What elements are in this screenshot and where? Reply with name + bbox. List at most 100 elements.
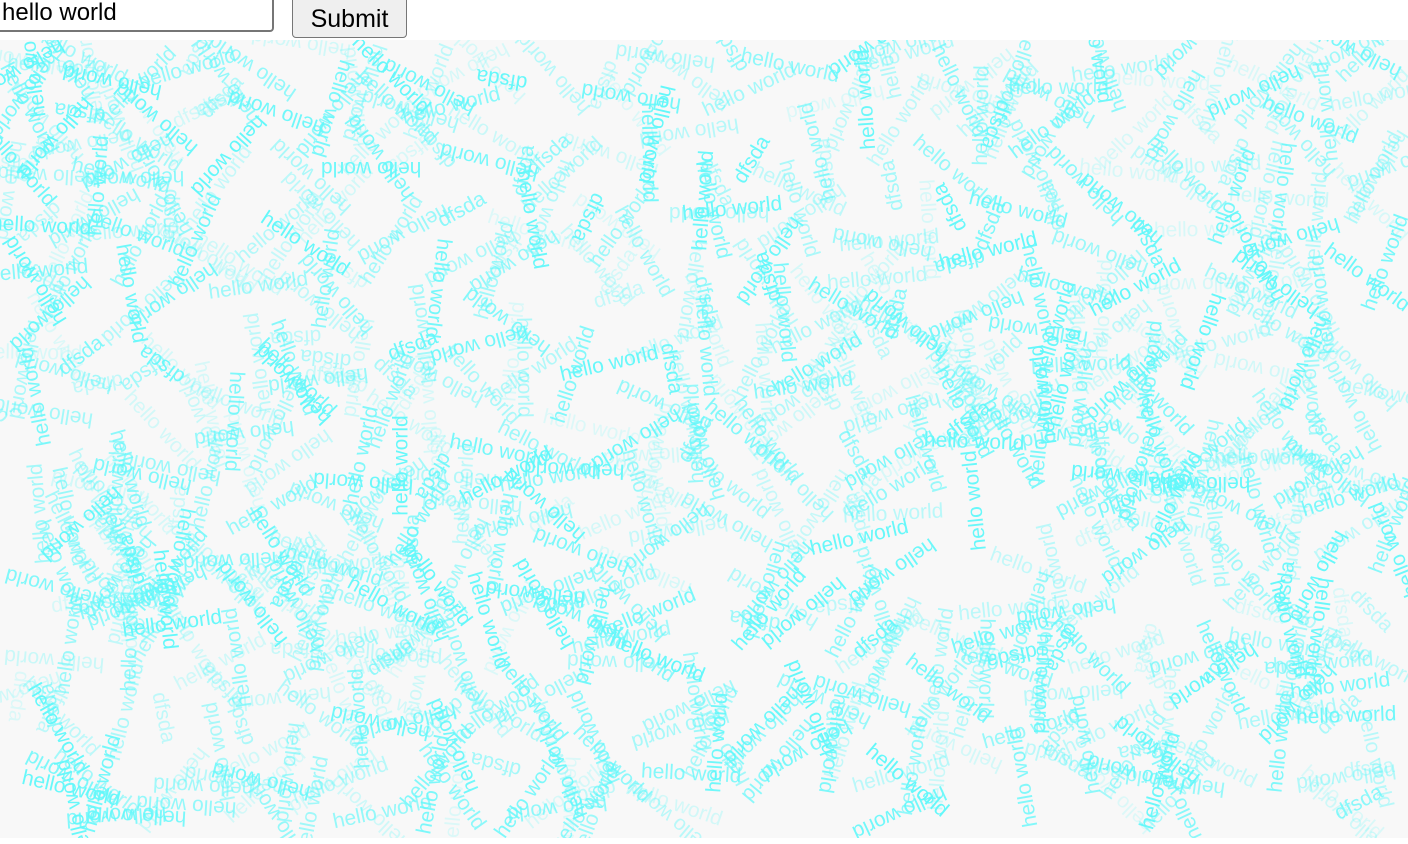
floating-word: hello world	[243, 375, 307, 477]
floating-word: dfsda	[399, 513, 425, 566]
floating-word: hello world	[748, 464, 811, 566]
floating-word: hello world	[823, 40, 920, 83]
floating-word: hello world	[1319, 357, 1388, 457]
floating-word: hello world	[614, 40, 717, 77]
floating-word: hello world	[333, 614, 437, 650]
floating-word: hello world	[0, 392, 95, 432]
floating-word: hello world	[901, 647, 980, 743]
floating-word: hello world	[465, 225, 563, 299]
floating-word: dfsda	[1327, 585, 1358, 640]
floating-word: hello world	[587, 404, 686, 476]
floating-word: hello world	[85, 205, 189, 262]
floating-word: hello world	[639, 674, 740, 738]
floating-word: hello world	[265, 523, 367, 586]
floating-word: hello world	[189, 359, 234, 463]
floating-word: hello world	[687, 149, 718, 252]
floating-word: dfsda	[690, 273, 725, 329]
floating-word: hello world	[388, 557, 415, 659]
floating-word: dfsda	[316, 248, 373, 295]
floating-word: hello world	[1070, 751, 1159, 838]
floating-word: hello world	[277, 166, 366, 255]
floating-word: hello world	[773, 667, 874, 733]
floating-word: hello world	[749, 361, 846, 437]
floating-word: hello world	[848, 40, 952, 71]
input-toolbar: Submit	[0, 0, 1408, 40]
floating-word: hello world	[701, 370, 782, 464]
floating-word: hello world	[427, 475, 505, 571]
floating-word: hello world	[925, 286, 1028, 346]
floating-word: hello world	[1332, 40, 1408, 87]
floating-word: hello world	[1304, 253, 1340, 356]
floating-word: hello world	[545, 760, 625, 838]
floating-word: hello world	[511, 40, 595, 120]
floating-word: hello world	[76, 128, 177, 196]
floating-word: dfsda	[13, 254, 71, 298]
floating-word: hello world	[47, 464, 92, 568]
floating-word: hello world	[1309, 60, 1344, 163]
floating-word: hello world	[1279, 479, 1314, 582]
floating-word: hello world	[780, 656, 840, 759]
floating-word: hello world	[44, 183, 144, 252]
floating-word: hello world	[39, 487, 105, 588]
floating-word: hello world	[339, 404, 383, 508]
floating-word: hello world	[36, 220, 103, 321]
floating-word: hello world	[558, 559, 661, 619]
floating-word: hello world	[5, 50, 108, 83]
floating-word: hello world	[1116, 376, 1196, 471]
floating-word: hello world	[399, 40, 459, 143]
floating-word: hello world	[1024, 343, 1062, 446]
floating-word: hello world	[1022, 678, 1125, 709]
floating-word: hello world	[950, 307, 990, 411]
floating-word: hello world	[838, 224, 941, 256]
floating-word: hello world	[678, 650, 715, 754]
floating-word: dfsda	[672, 410, 718, 467]
floating-word: hello world	[347, 670, 448, 736]
floating-word: hello world	[249, 40, 353, 63]
floating-word: hello world	[12, 347, 116, 398]
floating-word: hello world	[108, 560, 210, 622]
floating-word: hello world	[13, 345, 56, 449]
floating-word: dfsda	[53, 331, 109, 381]
floating-word: hello world	[1191, 617, 1254, 719]
floating-word: hello world	[0, 161, 98, 190]
floating-word: hello world	[460, 282, 556, 361]
floating-word: hello world	[1226, 371, 1320, 453]
floating-word: hello world	[439, 748, 471, 838]
text-input[interactable]	[0, 0, 274, 32]
floating-word: hello world	[820, 679, 872, 782]
floating-word: hello world	[1364, 474, 1408, 577]
floating-word: hello world	[250, 340, 336, 430]
floating-word: dfsda	[219, 692, 259, 749]
floating-word: hello world	[412, 352, 444, 455]
floating-word: hello world	[354, 190, 428, 288]
floating-word: hello world	[1199, 486, 1234, 589]
floating-word: hello world	[1059, 696, 1161, 760]
floating-word: hello world	[943, 394, 1045, 456]
floating-word: hello world	[191, 226, 289, 301]
floating-word: hello world	[844, 533, 940, 610]
floating-word: hello world	[1020, 413, 1123, 454]
floating-word: hello world	[347, 40, 435, 118]
floating-word: hello world	[566, 648, 668, 676]
floating-word: hello world	[953, 57, 1044, 142]
submit-button[interactable]: Submit	[292, 0, 407, 38]
floating-word: hello world	[512, 168, 553, 271]
floating-word: hello world	[65, 801, 168, 832]
floating-word: hello world	[908, 130, 1000, 213]
floating-word: hello world	[606, 628, 708, 688]
floating-word: hello world	[128, 139, 198, 239]
floating-word: hello world	[1146, 632, 1250, 681]
floating-word: hello world	[849, 543, 903, 646]
floating-word: hello world	[120, 447, 224, 490]
floating-word: hello world	[429, 514, 495, 616]
floating-word: hello world	[490, 662, 590, 731]
floating-word: hello world	[211, 556, 292, 650]
floating-word: hello world	[135, 790, 238, 821]
floating-word: hello world	[617, 40, 688, 100]
floating-word: dfsda	[1302, 449, 1339, 506]
floating-word: dfsda	[195, 658, 249, 711]
floating-word: hello world	[750, 321, 781, 424]
floating-word: hello world	[752, 366, 855, 404]
floating-word: hello world	[1140, 66, 1209, 166]
floating-word: hello world	[734, 536, 818, 628]
